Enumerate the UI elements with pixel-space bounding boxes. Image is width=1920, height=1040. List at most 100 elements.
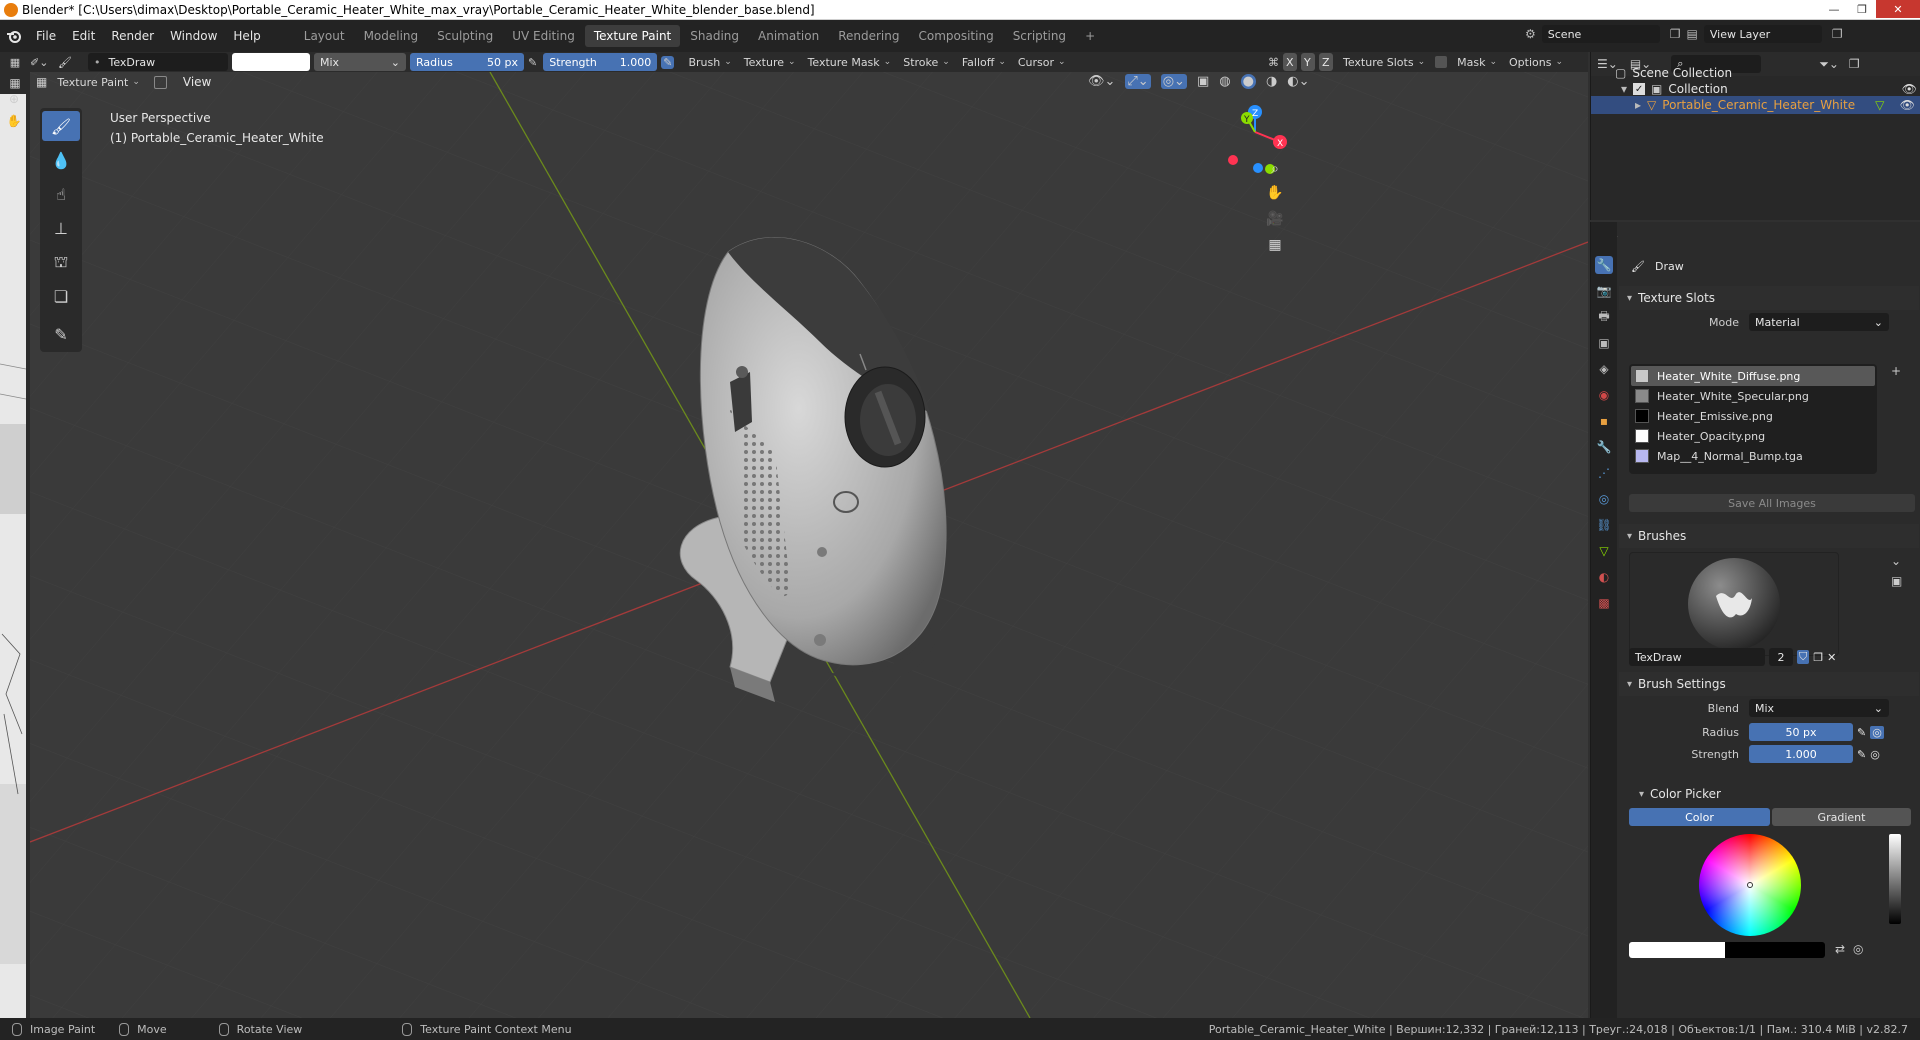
overlay-toggle-icon[interactable]: ◎⌄	[1160, 74, 1187, 89]
mode-dropdown[interactable]: Texture Paint	[51, 76, 146, 89]
strength-pressure-icon[interactable]: ✎	[661, 55, 675, 69]
radius-slider[interactable]: Radius 50 px	[410, 53, 524, 71]
new-scene-icon[interactable]: ❐	[1670, 27, 1681, 41]
paint-mask-toggle[interactable]	[153, 75, 167, 89]
visibility-icon[interactable]: 👁⌄	[1088, 74, 1115, 89]
mask-tool-icon[interactable]: ❏	[42, 281, 80, 311]
menu-render[interactable]: Render	[103, 29, 162, 43]
physics-tab-icon[interactable]: ◎	[1595, 490, 1613, 508]
radius-prop-slider[interactable]: 50 px	[1749, 723, 1853, 741]
brush-datablock-name[interactable]: TexDraw	[1629, 648, 1765, 666]
brush-user-count[interactable]: 2	[1769, 648, 1793, 666]
scene-tab-icon[interactable]: ◈	[1595, 360, 1613, 378]
brush-menu[interactable]: Brush	[682, 56, 737, 69]
annotate-tool-icon[interactable]: ✎	[42, 319, 80, 349]
solid-shading-icon[interactable]: ●	[1240, 74, 1256, 89]
filter-icon[interactable]: ⏷⌄	[1819, 57, 1839, 72]
swap-colors-icon[interactable]: ⇄	[1835, 942, 1845, 956]
brush-image-icon[interactable]: ▣	[1891, 574, 1902, 588]
menu-window[interactable]: Window	[162, 29, 225, 43]
tab-sculpting[interactable]: Sculpting	[428, 25, 502, 47]
material-tab-icon[interactable]: ◐	[1595, 568, 1613, 586]
strength-unit-icon[interactable]: ◎	[1870, 748, 1880, 761]
gradient-tab[interactable]: Gradient	[1772, 808, 1911, 826]
radius-unit-icon[interactable]: ◎	[1870, 725, 1884, 739]
mesh-data-tab-icon[interactable]: ▽	[1595, 542, 1613, 560]
brush-color-swatch[interactable]	[232, 53, 310, 71]
view-layer-field[interactable]: View Layer	[1703, 25, 1822, 43]
output-tab-icon[interactable]: 🖶	[1595, 308, 1613, 326]
close-button[interactable]: ✕	[1876, 0, 1920, 18]
mirror-y-toggle[interactable]: Y	[1301, 53, 1315, 71]
stroke-menu[interactable]: Stroke	[897, 56, 956, 69]
constraints-tab-icon[interactable]: ⛓	[1595, 516, 1613, 534]
material-shading-icon[interactable]: ◑	[1266, 74, 1277, 89]
color-wheel[interactable]	[1699, 834, 1801, 936]
add-slot-button[interactable]: +	[1891, 364, 1901, 378]
texture-slot-item[interactable]: Heater_White_Specular.png	[1631, 386, 1875, 406]
tab-shading[interactable]: Shading	[681, 25, 748, 47]
texture-slot-item[interactable]: Heater_Opacity.png	[1631, 426, 1875, 446]
unified-color-icon[interactable]: ◎	[1853, 942, 1863, 956]
radius-pressure-icon[interactable]: ✎	[1857, 726, 1866, 739]
falloff-menu[interactable]: Falloff	[956, 56, 1012, 69]
texture-slots-menu[interactable]: Texture Slots	[1337, 56, 1431, 69]
primary-color-swatch[interactable]	[1629, 942, 1725, 958]
texture-slots-panel-header[interactable]: Texture Slots	[1619, 286, 1919, 310]
color-picker-panel-header[interactable]: Color Picker	[1631, 782, 1919, 806]
xray-icon[interactable]: ▣	[1197, 74, 1209, 89]
strength-slider[interactable]: Strength 1.000	[543, 53, 658, 71]
eye-icon[interactable]: 👁	[1902, 82, 1917, 96]
secondary-color-swatch[interactable]	[1725, 942, 1825, 958]
tool-icon[interactable]: ✐⌄	[30, 56, 58, 69]
camera-icon[interactable]: 🎥	[1262, 206, 1288, 232]
minimize-button[interactable]: —	[1820, 0, 1848, 18]
zoom-icon[interactable]: ⌕	[1262, 156, 1288, 182]
tab-uv-editing[interactable]: UV Editing	[503, 25, 584, 47]
brushes-panel-header[interactable]: Brushes	[1619, 524, 1919, 548]
menu-help[interactable]: Help	[225, 29, 268, 43]
blender-menu-icon[interactable]	[0, 28, 28, 44]
color-wheel-cursor[interactable]	[1747, 882, 1753, 888]
new-view-layer-icon[interactable]: ❐	[1832, 27, 1843, 41]
new-collection-icon[interactable]: ❐	[1849, 57, 1860, 71]
mirror-z-toggle[interactable]: Z	[1319, 53, 1333, 71]
outliner-row-heater-object[interactable]: ▸ ▽ Portable_Ceramic_Heater_White ▽ 👁	[1591, 96, 1920, 114]
unlink-brush-icon[interactable]: ✕	[1827, 651, 1836, 664]
strength-prop-slider[interactable]: 1.000	[1749, 745, 1853, 763]
scene-icon[interactable]: ⚙	[1525, 27, 1536, 41]
mask-checkbox[interactable]	[1435, 56, 1448, 68]
tab-rendering[interactable]: Rendering	[829, 25, 908, 47]
maximize-button[interactable]: ❐	[1848, 0, 1876, 18]
color-tab[interactable]: Color	[1629, 808, 1770, 826]
collection-checkbox[interactable]: ✓	[1633, 83, 1646, 95]
fake-user-shield-icon[interactable]: ⛉	[1797, 650, 1810, 664]
eye-icon[interactable]: 👁	[1900, 98, 1915, 112]
pan-hand-icon[interactable]: ✋	[1262, 180, 1288, 206]
view-layer-icon[interactable]: ▤	[1687, 27, 1698, 41]
save-all-images-button[interactable]: Save All Images	[1629, 494, 1915, 512]
strength-pressure-icon[interactable]: ✎	[1857, 748, 1866, 761]
rendered-shading-icon[interactable]: ◐⌄	[1287, 74, 1309, 89]
render-tab-icon[interactable]: 📷	[1595, 282, 1613, 300]
fill-tool-icon[interactable]: ⛫	[42, 247, 80, 277]
modifier-tab-icon[interactable]: 🔧	[1595, 438, 1613, 456]
editor-type-icon[interactable]: ▦	[0, 56, 30, 69]
tab-modeling[interactable]: Modeling	[355, 25, 428, 47]
menu-edit[interactable]: Edit	[64, 29, 103, 43]
smear-tool-icon[interactable]: ☝	[42, 179, 80, 209]
clone-tool-icon[interactable]: ⊥	[42, 213, 80, 243]
texture-mask-menu[interactable]: Texture Mask	[802, 56, 898, 69]
texture-slot-item[interactable]: Map__4_Normal_Bump.tga	[1631, 446, 1875, 466]
soften-tool-icon[interactable]: 💧	[42, 145, 80, 175]
texture-slot-item[interactable]: Heater_Emissive.png	[1631, 406, 1875, 426]
3d-viewport[interactable]: Z X Y ▦ Texture Paint View 👁⌄ ⤢⌄ ◎⌄ ▣ ◍ …	[30, 72, 1588, 1018]
symmetry-icon[interactable]: ⌘	[1268, 56, 1279, 69]
draw-tool-icon[interactable]: 🖌	[42, 111, 80, 141]
slot-mode-dropdown[interactable]: Material ⌄	[1749, 313, 1889, 331]
blend-mode-dropdown[interactable]: Mix ⌄	[314, 53, 406, 71]
brush-settings-panel-header[interactable]: Brush Settings	[1619, 672, 1919, 696]
zoom-handle-icon[interactable]: ⊕	[0, 88, 28, 110]
expand-arrow-icon[interactable]: ▸	[1635, 98, 1641, 112]
wireframe-shading-icon[interactable]: ◍	[1219, 74, 1230, 89]
